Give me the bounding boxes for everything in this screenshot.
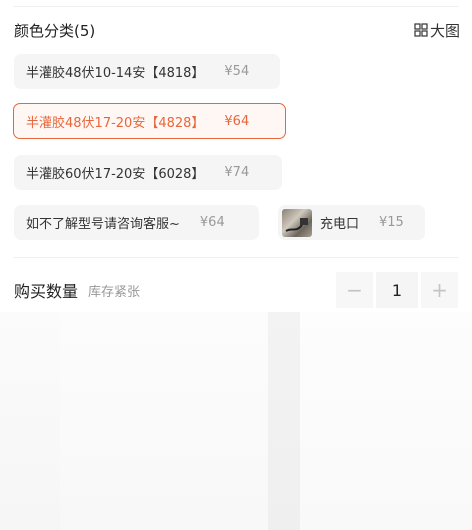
option-label: 充电口 bbox=[320, 217, 360, 232]
quantity-label: 购买数量 bbox=[14, 282, 79, 301]
connector-thumbnail bbox=[282, 208, 312, 237]
lower-blank-area bbox=[0, 312, 472, 530]
option-price: ¥74 bbox=[224, 165, 250, 180]
option-price: ¥54 bbox=[224, 64, 250, 79]
grid-icon bbox=[414, 23, 428, 37]
big-image-toggle[interactable]: 大图 bbox=[414, 20, 460, 41]
stock-note: 库存紧张 bbox=[88, 284, 141, 300]
background-shade bbox=[60, 312, 268, 530]
option-price: ¥64 bbox=[224, 113, 250, 129]
increase-button[interactable]: + bbox=[421, 272, 458, 308]
option-label: 如不了解型号请咨询客服~ bbox=[26, 217, 180, 232]
quantity-stepper: − 1 + bbox=[336, 272, 458, 308]
top-divider bbox=[14, 6, 458, 7]
decrease-button[interactable]: − bbox=[336, 272, 373, 308]
option-price: ¥15 bbox=[379, 215, 404, 230]
option-6028[interactable]: 半灌胶60伏17-20安【6028】 ¥74 bbox=[14, 155, 282, 190]
option-charging-port[interactable]: 充电口 ¥15 bbox=[278, 205, 425, 240]
background-shade bbox=[268, 312, 300, 530]
section-title: 颜色分类(5) bbox=[14, 21, 96, 40]
quantity-row: 购买数量 库存紧张 − 1 + bbox=[14, 272, 458, 308]
option-price: ¥64 bbox=[199, 215, 225, 230]
option-label: 半灌胶48伏17-20安【4828】 bbox=[26, 115, 205, 131]
option-4828-selected[interactable]: 半灌胶48伏17-20安【4828】 ¥64 bbox=[13, 103, 286, 139]
option-4818[interactable]: 半灌胶48伏10-14安【4818】 ¥54 bbox=[14, 54, 280, 89]
big-image-label: 大图 bbox=[429, 21, 460, 40]
background-shade bbox=[0, 312, 60, 530]
option-label: 半灌胶60伏17-20安【6028】 bbox=[26, 167, 205, 182]
option-label: 半灌胶48伏10-14安【4818】 bbox=[26, 66, 205, 81]
color-category-header: 颜色分类(5) 大图 bbox=[14, 18, 460, 42]
background-shade bbox=[300, 312, 472, 530]
quantity-value[interactable]: 1 bbox=[376, 272, 418, 308]
option-consult-service[interactable]: 如不了解型号请咨询客服~ ¥64 bbox=[14, 205, 259, 240]
section-divider bbox=[14, 257, 458, 258]
